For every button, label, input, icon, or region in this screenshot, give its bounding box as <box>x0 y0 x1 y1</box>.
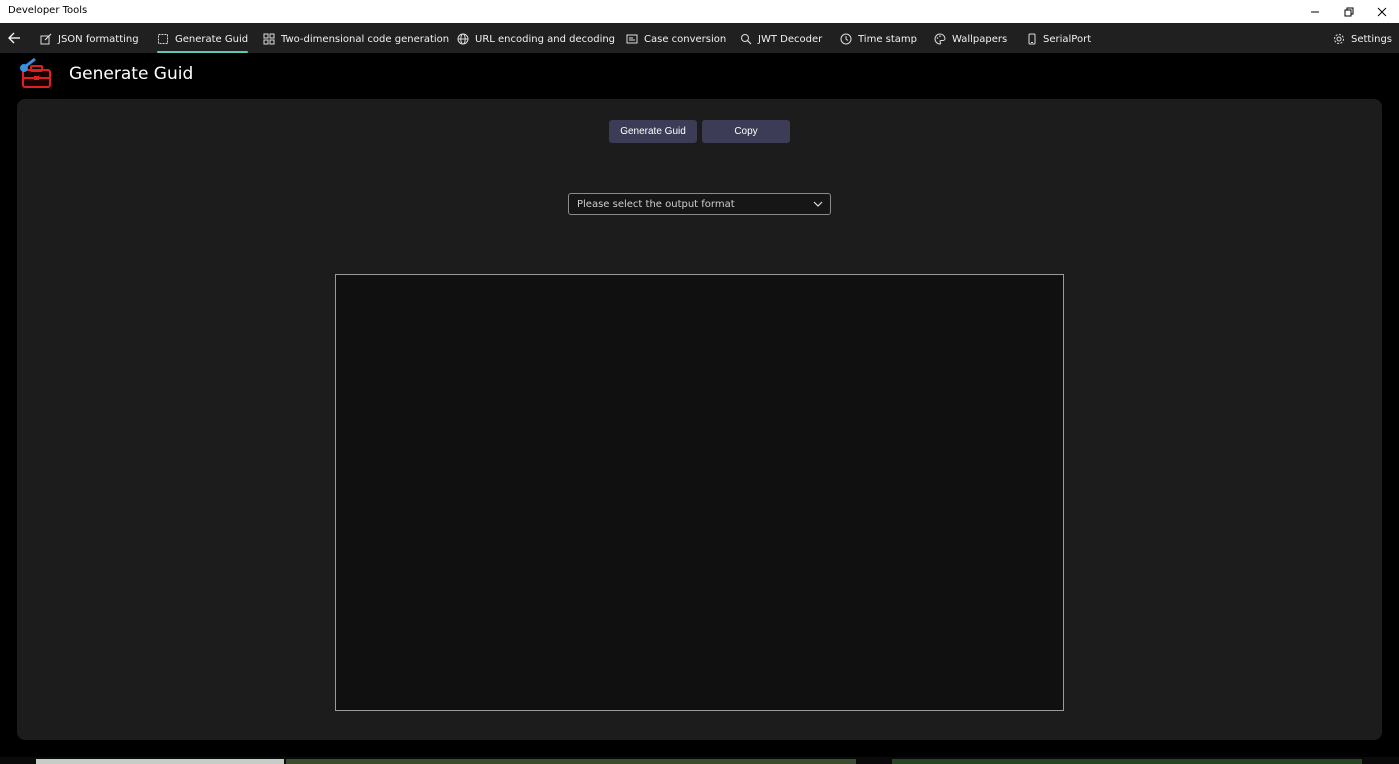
nav-item-label: JWT Decoder <box>758 33 823 45</box>
nav-item-wallpapers[interactable]: Wallpapers <box>934 31 1007 47</box>
minimize-icon <box>1311 11 1319 12</box>
close-icon <box>1377 7 1387 16</box>
nav-item-serialport[interactable]: SerialPort <box>1027 31 1091 47</box>
nav-item-label: Time stamp <box>858 33 917 45</box>
clock-icon <box>840 33 852 45</box>
phone-icon <box>1028 33 1036 45</box>
generate-guid-button[interactable]: Generate Guid <box>609 120 697 143</box>
close-button[interactable] <box>1365 0 1399 23</box>
page-title: Generate Guid <box>69 64 194 84</box>
nav-item-jwt-decoder[interactable]: JWT Decoder <box>740 31 822 47</box>
nav-item-generate-guid[interactable]: Generate Guid <box>157 31 249 53</box>
nav-item-label: URL encoding and decoding <box>475 33 616 45</box>
output-format-placeholder: Please select the output format <box>577 198 735 210</box>
nav-item-label: Two-dimensional code generation <box>281 33 450 45</box>
minimize-button[interactable] <box>1298 0 1332 23</box>
window-title-bar: Developer Tools <box>0 0 1399 23</box>
nav-item-url-encoding[interactable]: URL encoding and decoding <box>457 31 615 47</box>
nav-item-json-formatting[interactable]: JSON formatting <box>40 31 139 47</box>
output-format-select[interactable]: Please select the output format <box>568 193 831 215</box>
window-title: Developer Tools <box>8 5 88 16</box>
restore-icon <box>1344 7 1354 16</box>
edit-icon <box>40 33 52 45</box>
settings-label: Settings <box>1351 33 1393 45</box>
nav-item-case-conversion[interactable]: Case conversion <box>626 31 726 47</box>
toolbox-icon <box>17 56 53 92</box>
taskbar-edge <box>0 757 1399 764</box>
nav-item-label: Generate Guid <box>175 33 249 45</box>
nav-item-time-stamp[interactable]: Time stamp <box>840 31 917 47</box>
nav-item-two-dimensional-code[interactable]: Two-dimensional code generation <box>263 31 449 47</box>
guid-output-textarea[interactable] <box>335 274 1064 711</box>
top-navigation: JSON formatting Generate Guid Two-dimens… <box>0 23 1399 53</box>
settings-button[interactable]: Settings <box>1333 31 1392 47</box>
chevron-down-icon <box>813 201 823 207</box>
square-icon <box>158 34 168 44</box>
palette-icon <box>934 33 946 45</box>
qr-code-icon <box>263 33 275 45</box>
back-button[interactable] <box>6 30 24 46</box>
case-icon <box>626 34 638 44</box>
nav-item-label: JSON formatting <box>58 33 139 45</box>
nav-item-label: Case conversion <box>644 33 727 45</box>
restore-button[interactable] <box>1332 0 1366 23</box>
copy-button[interactable]: Copy <box>702 120 790 143</box>
nav-item-label: SerialPort <box>1043 33 1092 45</box>
nav-item-label: Wallpapers <box>952 33 1008 45</box>
globe-icon <box>457 33 469 45</box>
arrow-left-icon <box>8 32 20 44</box>
search-icon <box>741 34 752 45</box>
gear-icon <box>1334 34 1344 44</box>
